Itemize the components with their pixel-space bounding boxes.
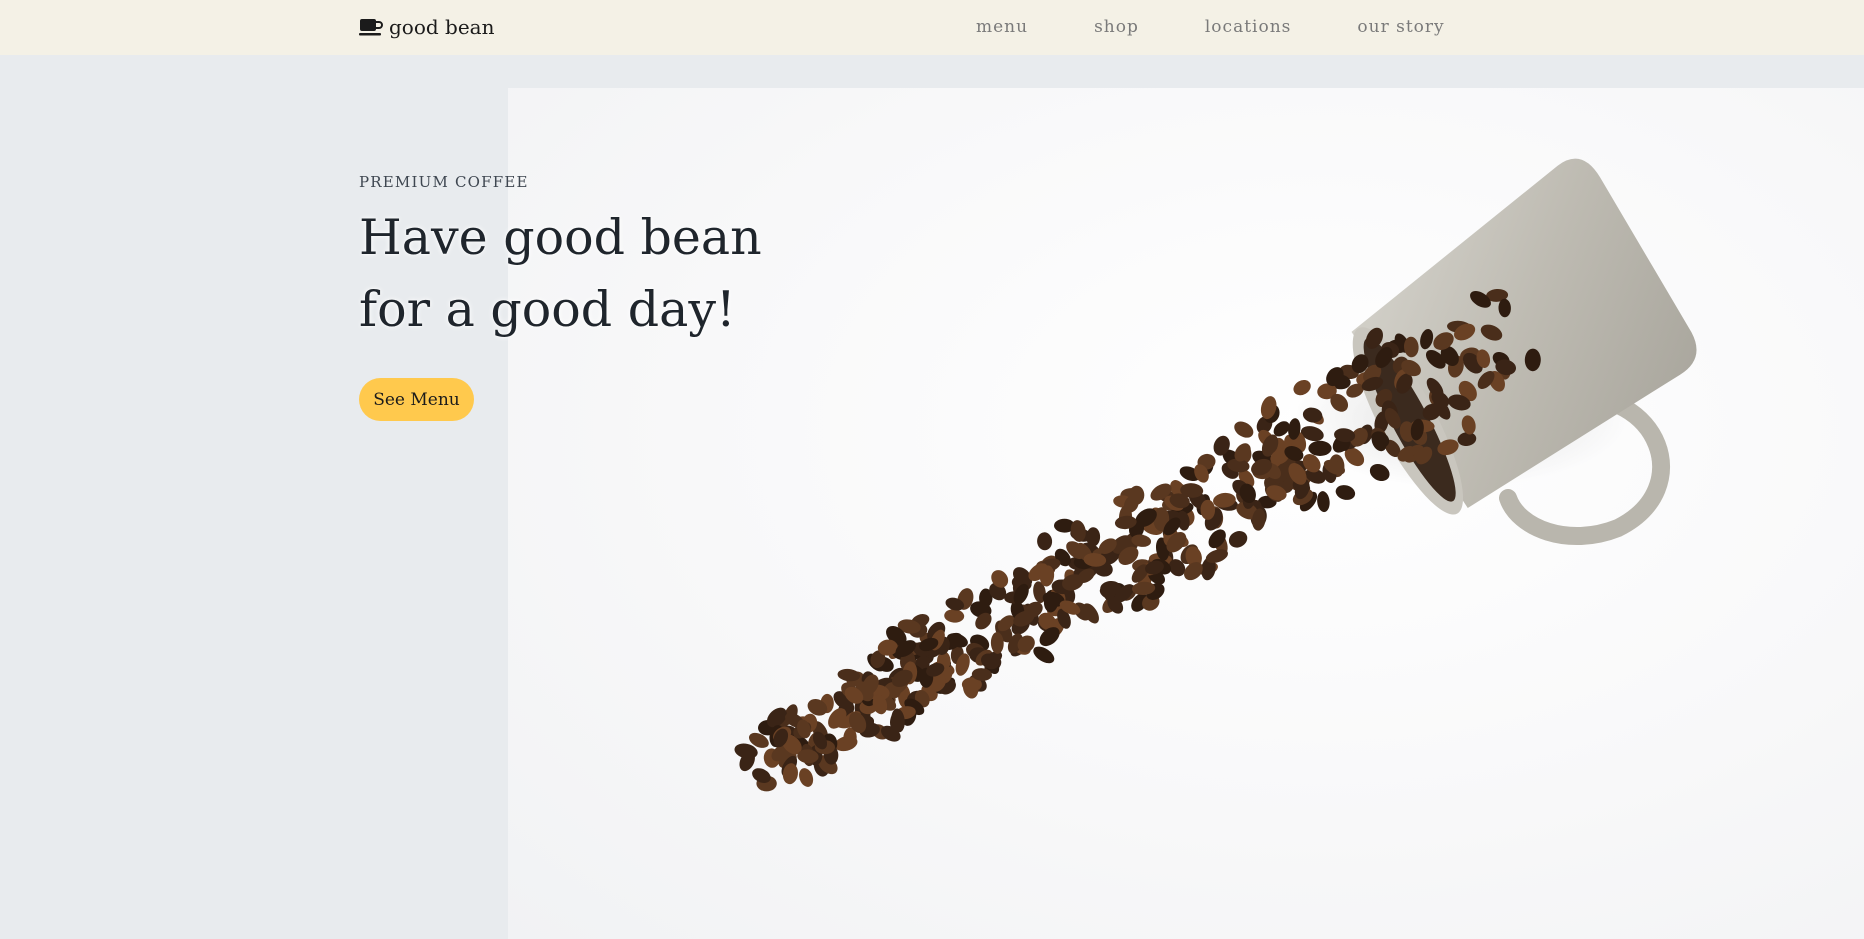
coffee-bean	[1308, 440, 1332, 456]
coffee-bean	[1033, 646, 1055, 664]
see-menu-button[interactable]: See Menu	[359, 378, 474, 421]
coffee-bean	[1335, 485, 1356, 500]
nav-link-menu[interactable]: menu	[976, 15, 1028, 39]
brand-logo-link[interactable]: good bean	[359, 12, 495, 42]
nav-link-locations[interactable]: locations	[1205, 15, 1292, 39]
coffee-bean	[799, 768, 814, 787]
nav-link-shop[interactable]: shop	[1094, 15, 1139, 39]
nav-link-our-story[interactable]: our story	[1357, 15, 1444, 39]
coffee-bean	[1228, 531, 1248, 548]
hero-headline-line-1: Have good bean	[359, 209, 762, 266]
main-nav: menu shop locations our story	[976, 15, 1511, 39]
coffee-bean	[1037, 532, 1053, 551]
hero-eyebrow: PREMIUM COFFEE	[359, 173, 529, 191]
navbar: good bean menu shop locations our story	[0, 0, 1864, 55]
coffee-bean	[1234, 421, 1254, 438]
brand-name: good bean	[389, 15, 495, 39]
hero-headline-line-2: for a good day!	[359, 281, 736, 338]
coffee-bean	[1317, 491, 1330, 513]
coffee-cup-icon	[359, 19, 383, 36]
coffee-bean	[944, 609, 965, 623]
hero-headline: Have good bean for a good day!	[359, 202, 762, 346]
